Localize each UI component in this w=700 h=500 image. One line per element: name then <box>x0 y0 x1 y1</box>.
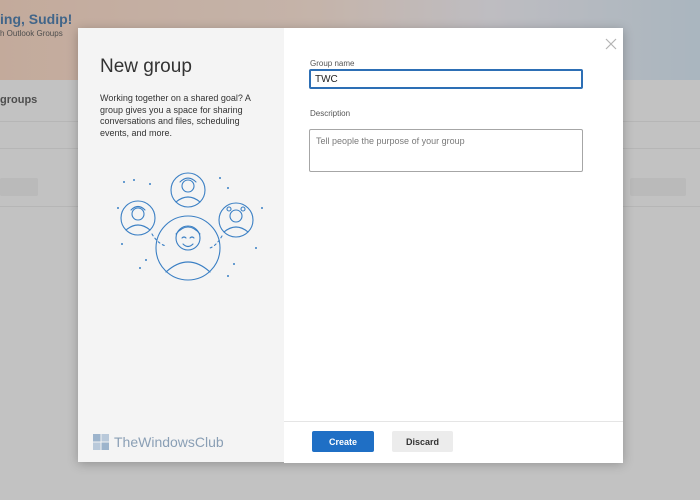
close-icon <box>605 38 617 50</box>
windows-logo-icon <box>93 434 109 450</box>
dialog-info-pane: New group Working together on a shared g… <box>78 28 284 462</box>
watermark-text: TheWindowsClub <box>114 434 224 450</box>
discard-button[interactable]: Discard <box>392 431 453 452</box>
dialog-description: Working together on a shared goal? A gro… <box>100 93 251 138</box>
new-group-dialog: New group Working together on a shared g… <box>78 28 623 463</box>
dialog-title: New group <box>100 56 192 77</box>
group-name-label: Group name <box>310 59 355 68</box>
close-button[interactable] <box>604 37 618 51</box>
dialog-footer: Create Discard <box>284 421 623 463</box>
watermark: TheWindowsClub <box>92 433 224 451</box>
group-people-icon <box>117 172 263 281</box>
description-input[interactable] <box>309 129 583 172</box>
create-button[interactable]: Create <box>312 431 374 452</box>
group-name-input[interactable] <box>309 69 583 89</box>
description-label: Description <box>310 109 351 118</box>
